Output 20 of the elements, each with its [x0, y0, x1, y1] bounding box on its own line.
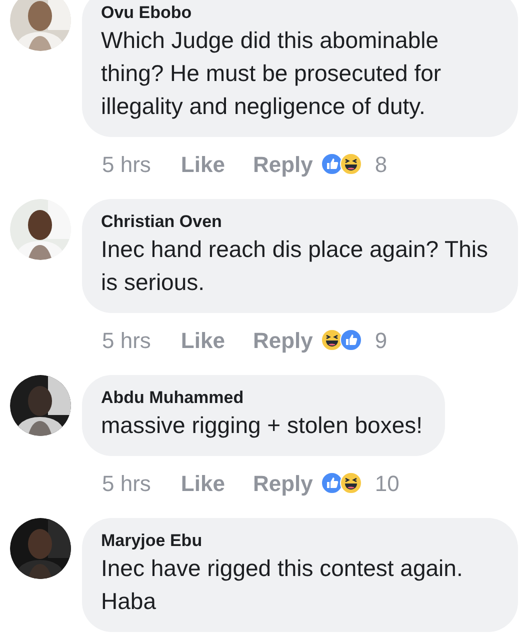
reaction-count[interactable]: 10 — [374, 466, 400, 500]
like-link[interactable]: Like — [180, 466, 225, 500]
reply-link[interactable]: Reply — [252, 148, 313, 180]
comment-time: 5 hrs — [102, 470, 151, 498]
like-link[interactable]: Like — [180, 324, 225, 356]
author-name[interactable]: Abdu Muhammed — [101, 387, 423, 409]
reaction-count[interactable]: 9 — [374, 324, 388, 356]
comment-text: Inec have rigged this contest again. Haba — [101, 554, 464, 616]
author-name[interactable]: Maryjoe Ebu — [101, 530, 496, 552]
author-name[interactable]: Christian Oven — [101, 211, 496, 233]
reply-link[interactable]: Reply — [252, 466, 313, 500]
comment-time: 5 hrs — [102, 326, 151, 354]
author-name[interactable]: Ovu Ebobo — [101, 2, 496, 24]
reply-link[interactable]: Reply — [252, 324, 313, 356]
comment-time: 5 hrs — [102, 150, 151, 178]
like-link[interactable]: Like — [180, 148, 225, 180]
comment-text: massive rigging + stolen boxes! — [101, 411, 423, 440]
comment-text: Which Judge did this abominable thing? He must be prosecuted for illegality and negligence of duty. — [101, 26, 442, 121]
reaction-count[interactable]: 8 — [374, 148, 388, 180]
comment-text: Inec hand reach dis place again? This is serious. — [101, 235, 490, 297]
